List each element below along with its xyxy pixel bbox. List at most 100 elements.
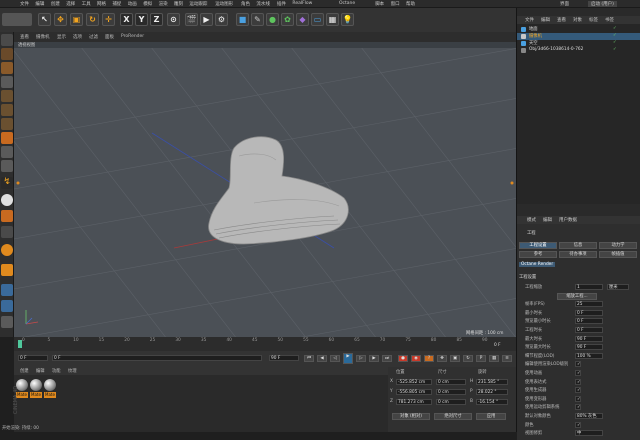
menu-item-0[interactable]: 文件 — [20, 1, 29, 7]
object-tab-5[interactable]: 书签 — [605, 17, 614, 23]
attribute-value[interactable]: 中 — [575, 430, 603, 437]
menu-item-11[interactable]: 运动跟踪 — [189, 1, 207, 7]
texture-mode-icon[interactable] — [1, 62, 13, 74]
attribute-checkbox[interactable]: ✓ — [575, 421, 581, 428]
menu-item-13[interactable]: 角色 — [241, 1, 250, 7]
coord-rotation-field[interactable]: -16.154 ° — [476, 399, 508, 405]
viewport-menu-item-3[interactable]: 选项 — [73, 34, 82, 40]
menu-item-5[interactable]: 网格 — [97, 1, 106, 7]
menu-item-4[interactable]: 工具 — [82, 1, 91, 7]
coord-size-field[interactable]: 0 cm — [436, 389, 466, 395]
brush-icon[interactable] — [1, 210, 13, 222]
go-start-icon[interactable]: ⏮ — [304, 355, 314, 362]
edges-mode-icon[interactable] — [1, 104, 13, 116]
array-icon[interactable]: ✿ — [281, 13, 294, 26]
floor-icon[interactable]: ▭ — [311, 13, 324, 26]
attribute-mode-tab-1[interactable]: 编辑 — [543, 217, 552, 223]
coord-size-field[interactable]: 0 cm — [436, 399, 466, 405]
menu-item-15[interactable]: 插件 — [277, 1, 286, 7]
coord-mode-select[interactable]: 对象 (相对) — [392, 413, 430, 420]
rotate-tool-icon[interactable]: ↻ — [86, 13, 99, 26]
make-editable-icon[interactable] — [1, 34, 13, 46]
coord-rotation-field[interactable]: 231.585 ° — [476, 379, 508, 385]
timeline-ruler[interactable]: 0 5 10 15 20 25 30 35 40 45 50 55 60 65 70 75 80 85 90 0 F — [14, 337, 516, 351]
layout-select[interactable]: 启动 (用户) — [588, 1, 617, 7]
attribute-subtab-4[interactable]: 待办事项 — [559, 251, 597, 258]
object-row[interactable]: Obj/3d66-1038614-0-762 ✓ — [517, 47, 640, 54]
object-row[interactable]: 天空 ✓ — [517, 40, 640, 47]
attribute-value[interactable]: 100 % — [575, 352, 603, 359]
select-tool-icon[interactable]: ↖ — [38, 13, 51, 26]
param-key-icon[interactable]: P — [476, 355, 486, 362]
attribute-checkbox[interactable]: ✓ — [575, 404, 581, 411]
sneaker-model[interactable] — [208, 136, 349, 245]
material-tab-0[interactable]: 创建 — [20, 368, 29, 374]
coord-rotation-field[interactable]: 28.022 ° — [476, 389, 508, 395]
attribute-subtab-0[interactable]: 工程设置 — [519, 242, 557, 249]
visibility-check-icon[interactable]: ✓ — [613, 26, 617, 31]
attribute-checkbox[interactable]: ✓ — [575, 387, 581, 394]
play-button[interactable]: ▶ — [343, 353, 353, 364]
object-tab-4[interactable]: 标签 — [589, 17, 598, 23]
attribute-mode-tab-0[interactable]: 模式 — [527, 217, 536, 223]
viewport-menu-item-4[interactable]: 过滤 — [89, 34, 98, 40]
start-frame-field[interactable]: 0 F — [18, 355, 48, 361]
menu-item-9[interactable]: 渲染 — [159, 1, 168, 7]
coord-position-field[interactable]: -556.805 cm — [396, 389, 432, 395]
menu-item-7[interactable]: 动画 — [128, 1, 137, 7]
attribute-subtab-5[interactable]: 帧插值 — [599, 251, 637, 258]
pla-key-icon[interactable]: ▦ — [489, 355, 499, 362]
attribute-value[interactable]: 90 F — [575, 335, 603, 342]
paint-icon[interactable] — [1, 226, 13, 238]
viewport-menu-item-6[interactable]: ProRender — [121, 34, 144, 39]
rot-key-icon[interactable]: ↻ — [463, 355, 473, 362]
menu-item-3[interactable]: 选择 — [66, 1, 75, 7]
material-swatch[interactable]: Mate — [44, 379, 56, 401]
menu-item-1[interactable]: 编辑 — [35, 1, 44, 7]
go-end-icon[interactable]: ⏭ — [382, 355, 392, 362]
attribute-checkbox[interactable]: ✓ — [575, 361, 581, 368]
object-tab-0[interactable]: 文件 — [525, 17, 534, 23]
attribute-checkbox[interactable]: ✓ — [575, 370, 581, 376]
octane-icon[interactable] — [1, 244, 13, 256]
render-picture-viewer-icon[interactable]: ▶ — [200, 13, 213, 26]
timeline-menu-icon[interactable]: ≡ — [502, 355, 512, 362]
points-mode-icon[interactable] — [1, 90, 13, 102]
scale-tool-icon[interactable]: ▣ — [70, 13, 83, 26]
attribute-subtab-2[interactable]: 动力学 — [599, 242, 637, 249]
render-settings-icon[interactable]: ⚙ — [215, 13, 228, 26]
menu-item-2[interactable]: 创建 — [51, 1, 60, 7]
pos-key-icon[interactable]: ✥ — [437, 355, 447, 362]
menu-item-17[interactable]: Octane — [339, 1, 355, 6]
viewport-menu-item-5[interactable]: 面板 — [105, 34, 114, 40]
coord-size-field[interactable]: 0 cm — [436, 379, 466, 385]
end-frame-field[interactable]: 90 F — [269, 355, 299, 361]
scale-key-icon[interactable]: ▣ — [450, 355, 460, 362]
sculpt-icon[interactable] — [1, 194, 13, 206]
attribute-value[interactable]: 0 F — [575, 318, 603, 325]
render-view-icon[interactable]: 🎬 — [185, 13, 198, 26]
object-tab-1[interactable]: 编辑 — [541, 17, 550, 23]
globe-icon[interactable] — [1, 284, 13, 296]
menu-item-20[interactable]: 帮助 — [406, 1, 415, 7]
plugin-icon[interactable] — [1, 264, 13, 276]
attribute-subtab-1[interactable]: 信息 — [559, 242, 597, 249]
coord-size-mode-select[interactable]: 绝对尺寸 — [434, 413, 472, 420]
material-tab-2[interactable]: 功能 — [52, 368, 61, 374]
attribute-checkbox[interactable]: ✓ — [575, 395, 581, 402]
coord-position-field[interactable]: 781.273 cm — [396, 399, 432, 405]
axis-mode-icon[interactable] — [1, 132, 13, 144]
visibility-check-icon[interactable]: ✓ — [613, 47, 617, 52]
axis-x-button[interactable]: X — [120, 13, 133, 26]
object-tab-3[interactable]: 对象 — [573, 17, 582, 23]
cube-icon[interactable]: ■ — [236, 13, 249, 26]
material-tab-1[interactable]: 编辑 — [36, 368, 45, 374]
attribute-checkbox[interactable]: ✓ — [575, 378, 581, 385]
deformer-icon[interactable]: ◆ — [296, 13, 309, 26]
locked-workplane-icon[interactable]: ↯ — [1, 177, 13, 189]
material-tab-3[interactable]: 纹理 — [68, 368, 77, 374]
subdivision-icon[interactable]: ● — [266, 13, 279, 26]
model-mode-icon[interactable] — [1, 48, 13, 60]
undo-redo-group[interactable] — [2, 13, 32, 26]
attribute-value[interactable]: 0 F — [575, 309, 603, 316]
